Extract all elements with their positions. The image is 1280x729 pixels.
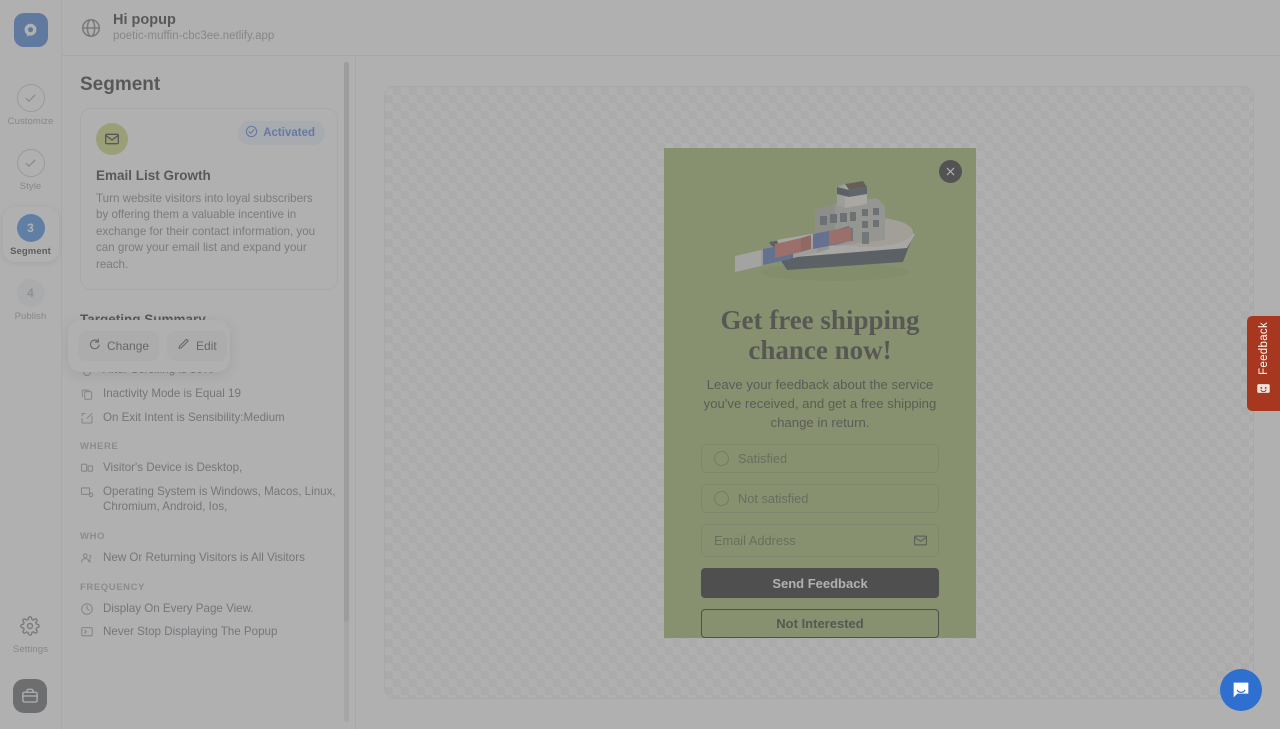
option-label: Not satisfied [738, 491, 808, 506]
canvas-wrapper: Get free shipping chance now! Leave your… [356, 56, 1280, 729]
rule-text: Operating System is Windows, Macos, Linu… [103, 484, 355, 515]
sidebar-item-style[interactable]: Style [3, 142, 59, 197]
exit-intent-icon [80, 411, 94, 425]
panel-scroll: Activated Email List Growth Turn website… [62, 108, 355, 729]
rule-row: Visitor's Device is Desktop, [80, 460, 355, 476]
os-icon [80, 485, 94, 499]
smiley-icon [1256, 381, 1271, 401]
send-feedback-button[interactable]: Send Feedback [701, 568, 939, 597]
status-badge: Activated [238, 121, 325, 145]
users-icon [80, 551, 94, 565]
feedback-tab-label: Feedback [1258, 322, 1270, 375]
group-label-who: WHO [80, 531, 355, 542]
popup-subheading: Leave your feedback about the service yo… [701, 376, 939, 432]
rule-row: Operating System is Windows, Macos, Linu… [80, 484, 355, 515]
change-button[interactable]: Change [78, 331, 159, 361]
card-actions-popover: Change Edit [68, 320, 230, 372]
status-badge-label: Activated [263, 127, 315, 139]
preview-canvas: Get free shipping chance now! Leave your… [384, 86, 1254, 699]
step-marker-segment: 3 [17, 214, 45, 242]
segment-panel: Segment Activated [62, 56, 356, 729]
email-row [701, 524, 939, 557]
page-title: Hi popup [113, 12, 274, 29]
rule-row: Inactivity Mode is Equal 19 [80, 386, 355, 402]
copy-icon [80, 387, 94, 401]
gear-icon [20, 616, 40, 641]
option-label: Satisfied [738, 451, 787, 466]
option-satisfied[interactable]: Satisfied [701, 444, 939, 473]
sidebar-item-settings[interactable]: Settings [13, 616, 48, 655]
body-row: Segment Activated [62, 56, 1280, 729]
step-marker-customize [17, 84, 45, 112]
rule-row: Never Stop Displaying The Popup [80, 624, 355, 640]
edit-button-label: Edit [196, 339, 217, 353]
template-card[interactable]: Activated Email List Growth Turn website… [80, 108, 338, 290]
repeat-icon [80, 625, 94, 639]
sidebar-item-label: Settings [13, 644, 48, 655]
rule-text: Never Stop Displaying The Popup [103, 624, 277, 640]
cargo-ship-illustration [717, 178, 923, 289]
sidebar-item-label: Segment [10, 246, 51, 257]
panel-title: Segment [62, 56, 355, 108]
not-interested-button[interactable]: Not Interested [701, 609, 939, 638]
rule-text: Display On Every Page View. [103, 601, 254, 617]
pencil-icon [177, 338, 190, 354]
group-label-where: WHERE [80, 441, 355, 452]
briefcase-icon[interactable] [13, 679, 47, 713]
radio-icon[interactable] [714, 491, 729, 506]
left-rail: Customize Style 3 Segment 4 Publish [0, 0, 62, 729]
app-root: Customize Style 3 Segment 4 Publish [0, 0, 1280, 729]
refresh-icon [88, 338, 101, 354]
step-marker-style [17, 149, 45, 177]
card-title: Email List Growth [96, 168, 322, 183]
popup-preview: Get free shipping chance now! Leave your… [664, 148, 976, 638]
group-label-frequency: FREQUENCY [80, 582, 355, 593]
step-marker-publish: 4 [17, 279, 45, 307]
sidebar-item-segment[interactable]: 3 Segment [3, 207, 59, 262]
check-circle-icon [245, 125, 258, 141]
rule-row: New Or Returning Visitors is All Visitor… [80, 550, 355, 566]
clock-icon [80, 602, 94, 616]
rule-row: Display On Every Page View. [80, 601, 355, 617]
envelope-icon [913, 533, 928, 553]
rule-text: On Exit Intent is Sensibility:Medium [103, 410, 285, 426]
change-button-label: Change [107, 339, 149, 353]
rule-row: On Exit Intent is Sensibility:Medium [80, 410, 355, 426]
top-bar: Hi popup poetic-muffin-cbc3ee.netlify.ap… [62, 0, 1280, 56]
wizard-steps: Customize Style 3 Segment 4 Publish [0, 77, 61, 337]
feedback-tab[interactable]: Feedback [1247, 316, 1280, 411]
rule-text: Inactivity Mode is Equal 19 [103, 386, 241, 402]
popup-heading: Get free shipping chance now! [701, 305, 939, 365]
panel-scrollbar[interactable] [344, 62, 349, 722]
site-url: poetic-muffin-cbc3ee.netlify.app [113, 30, 274, 43]
sidebar-item-customize[interactable]: Customize [3, 77, 59, 132]
chat-bubble-icon[interactable] [1220, 669, 1262, 711]
rail-bottom: Settings [13, 616, 48, 729]
device-icon [80, 461, 94, 475]
email-field[interactable] [701, 524, 939, 557]
rule-text: New Or Returning Visitors is All Visitor… [103, 550, 305, 566]
sidebar-item-label: Customize [8, 116, 54, 127]
close-icon[interactable] [939, 160, 962, 183]
sidebar-item-label: Style [20, 181, 42, 192]
scrollbar-thumb[interactable] [344, 62, 349, 622]
mail-icon [96, 123, 128, 155]
sidebar-item-label: Publish [15, 311, 47, 322]
card-description: Turn website visitors into loyal subscri… [96, 191, 322, 273]
main-area: Hi popup poetic-muffin-cbc3ee.netlify.ap… [62, 0, 1280, 729]
edit-button[interactable]: Edit [167, 331, 227, 361]
site-meta: Hi popup poetic-muffin-cbc3ee.netlify.ap… [113, 12, 274, 43]
globe-icon [80, 17, 102, 39]
sidebar-item-publish[interactable]: 4 Publish [3, 272, 59, 327]
rule-text: Visitor's Device is Desktop, [103, 460, 242, 476]
radio-icon[interactable] [714, 451, 729, 466]
option-not-satisfied[interactable]: Not satisfied [701, 484, 939, 513]
app-logo-icon[interactable] [14, 13, 48, 47]
